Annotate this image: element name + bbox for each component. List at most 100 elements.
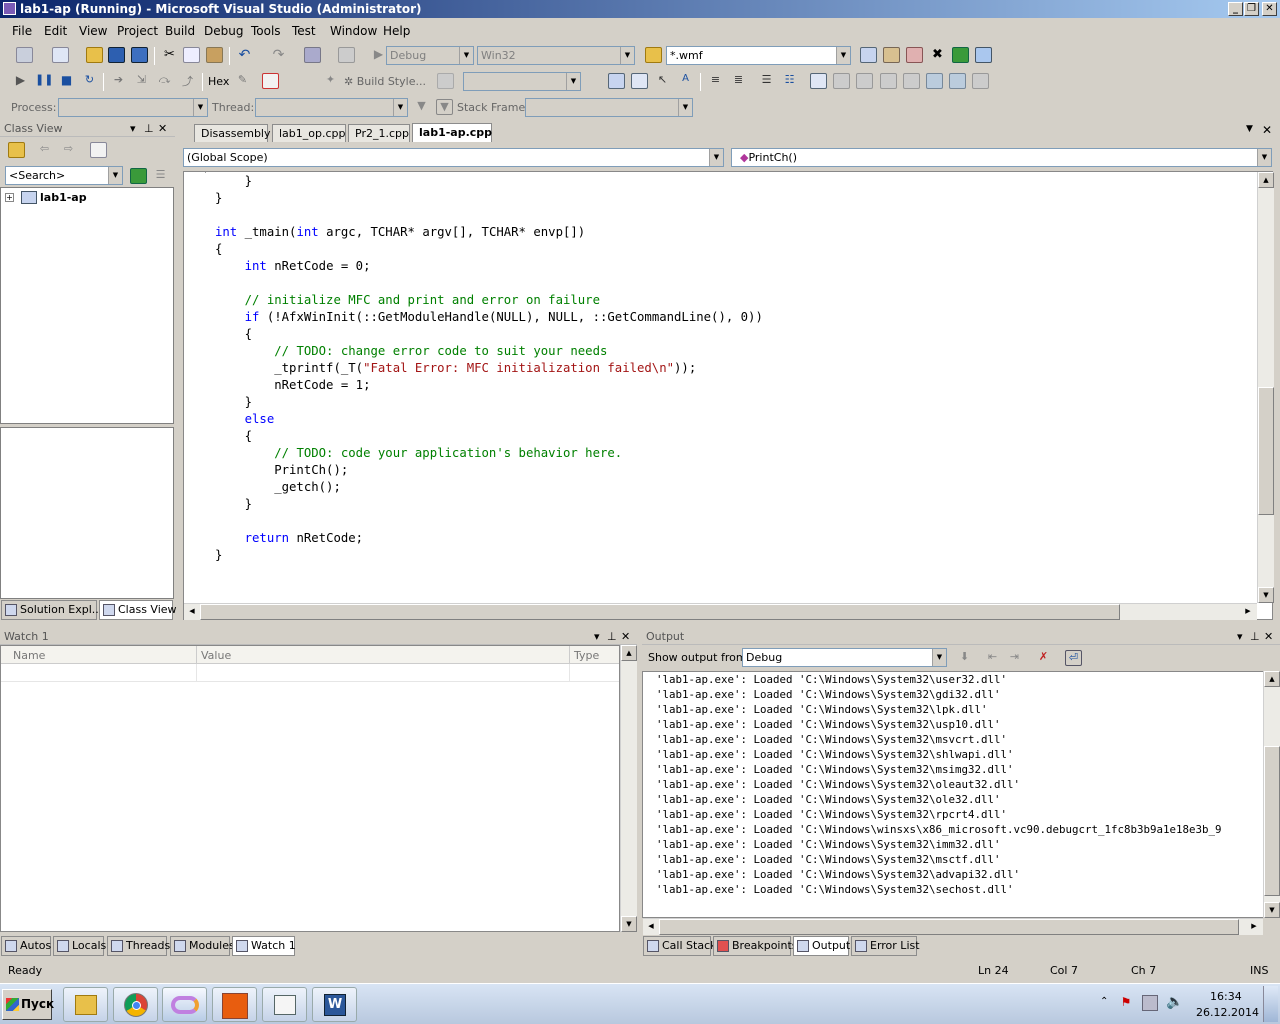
- close-pane-icon[interactable]: ✕: [158, 121, 167, 137]
- tab-watch-1[interactable]: Watch 1: [232, 936, 296, 956]
- redo-icon[interactable]: ↷: [270, 47, 287, 63]
- menu-window[interactable]: Window: [330, 24, 377, 38]
- tab-output[interactable]: Output: [793, 936, 850, 956]
- next-message-icon[interactable]: ⇥: [1006, 650, 1023, 666]
- window-position-icon[interactable]: ▾: [130, 121, 136, 137]
- pin-icon[interactable]: ⊥: [1250, 629, 1260, 645]
- cursor-icon[interactable]: ↖: [654, 73, 671, 89]
- output-vscroll[interactable]: ▲ ▼: [1263, 671, 1280, 918]
- tab-autos[interactable]: Autos: [1, 936, 51, 956]
- start-page-icon[interactable]: [952, 47, 969, 63]
- close-window-button[interactable]: ✕: [1262, 2, 1277, 16]
- style-combo[interactable]: ▼: [463, 72, 581, 91]
- scroll-up-icon[interactable]: ▲: [621, 645, 637, 661]
- open-folder-icon[interactable]: [86, 47, 103, 63]
- maximize-button[interactable]: ❐: [1244, 2, 1259, 16]
- back-icon[interactable]: ⇦: [36, 142, 53, 158]
- editor-hscroll[interactable]: ◀ ▶: [184, 603, 1257, 620]
- menu-edit[interactable]: Edit: [44, 24, 67, 38]
- minimize-button[interactable]: _: [1228, 2, 1243, 16]
- toolbox-icon[interactable]: ✖: [929, 47, 946, 63]
- window-position-icon[interactable]: ▾: [1237, 629, 1243, 645]
- console-app-taskbar-button[interactable]: [212, 987, 257, 1022]
- column-type[interactable]: Type: [574, 649, 599, 662]
- next-bookmark-doc-icon[interactable]: [949, 73, 966, 89]
- save-icon[interactable]: [108, 47, 125, 63]
- copy-icon[interactable]: [183, 47, 200, 63]
- find-combo[interactable]: *.wmf ▼: [666, 46, 851, 65]
- scroll-right-icon[interactable]: ▶: [1246, 919, 1262, 935]
- clear-search-icon[interactable]: ☰: [152, 168, 169, 184]
- menu-project[interactable]: Project: [117, 24, 158, 38]
- chrome-taskbar-button[interactable]: [113, 987, 158, 1022]
- navigate-forward-icon[interactable]: [338, 47, 355, 63]
- member-combo[interactable]: ◆PrintCh() ▼: [731, 148, 1272, 167]
- outdent-icon[interactable]: ≡: [707, 73, 724, 89]
- find-symbol-icon[interactable]: ✎: [234, 73, 251, 89]
- show-hidden-icons-icon[interactable]: ⌃: [1100, 996, 1108, 1007]
- flag-thread-icon[interactable]: ▼: [436, 99, 453, 115]
- start-debugging-icon[interactable]: ▶: [370, 47, 387, 63]
- scroll-left-icon[interactable]: ◀: [184, 604, 200, 620]
- tab-call-stack[interactable]: Call Stack: [643, 936, 716, 956]
- continue-icon[interactable]: ▶: [12, 73, 29, 89]
- forward-icon[interactable]: ⇨: [60, 142, 77, 158]
- comment-icon[interactable]: ☰: [758, 73, 775, 89]
- scroll-down-icon[interactable]: ▼: [621, 916, 637, 932]
- menu-view[interactable]: View: [79, 24, 107, 38]
- navigate-backward-icon[interactable]: [304, 47, 321, 63]
- tab-breakpoints[interactable]: Breakpoints: [713, 936, 798, 956]
- tab-disassembly[interactable]: Disassembly: [194, 124, 271, 142]
- menu-tools[interactable]: Tools: [251, 24, 281, 38]
- scroll-up-icon[interactable]: ▲: [1258, 172, 1274, 188]
- uncomment-icon[interactable]: ☷: [781, 73, 798, 89]
- window-position-icon[interactable]: ▾: [594, 629, 600, 645]
- find-message-icon[interactable]: ⬇: [956, 650, 973, 666]
- tab-class-view[interactable]: Class View: [99, 600, 177, 620]
- menu-test[interactable]: Test: [292, 24, 316, 38]
- network-icon[interactable]: [1142, 995, 1158, 1011]
- step-into-icon[interactable]: ⇲: [133, 73, 150, 89]
- show-desktop-button[interactable]: [1263, 986, 1278, 1022]
- scroll-thumb[interactable]: [1258, 387, 1274, 515]
- format-icon[interactable]: [437, 73, 454, 89]
- tab-solution-explorer[interactable]: Solution Expl...: [1, 600, 102, 620]
- solution-explorer-icon[interactable]: [860, 47, 877, 63]
- new-folder-icon[interactable]: [90, 142, 107, 158]
- add-item-icon[interactable]: [16, 47, 33, 63]
- clear-bookmarks-icon[interactable]: [972, 73, 989, 89]
- explorer-taskbar-button[interactable]: [63, 987, 108, 1022]
- tab-modules[interactable]: Modules: [170, 936, 235, 956]
- tab-threads[interactable]: Threads: [107, 936, 170, 956]
- prev-bookmark-folder-icon[interactable]: [880, 73, 897, 89]
- pin-icon[interactable]: ⊥: [144, 121, 154, 137]
- column-name[interactable]: Name: [13, 649, 45, 662]
- scroll-down-icon[interactable]: ▼: [1264, 902, 1280, 918]
- registers-icon[interactable]: [631, 73, 648, 89]
- output-hscroll[interactable]: ◀ ▶: [643, 918, 1263, 935]
- menu-file[interactable]: File: [12, 24, 32, 38]
- action-center-icon[interactable]: ⚑: [1118, 995, 1134, 1011]
- clock-time[interactable]: 16:34: [1210, 990, 1242, 1003]
- prev-message-icon[interactable]: ⇤: [984, 650, 1001, 666]
- break-all-icon[interactable]: ❚❚: [35, 73, 53, 89]
- visual-studio-taskbar-button[interactable]: [162, 987, 207, 1022]
- cut-icon[interactable]: ✂: [161, 47, 178, 63]
- filter-icon[interactable]: ▼: [413, 99, 430, 115]
- build-style-icon[interactable]: ✦: [322, 73, 339, 89]
- close-pane-icon[interactable]: ✕: [621, 629, 630, 645]
- class-search-combo[interactable]: <Search> ▼: [5, 166, 123, 185]
- find-in-files-icon[interactable]: [645, 47, 662, 63]
- volume-icon[interactable]: 🔈: [1166, 994, 1183, 1010]
- new-project-icon[interactable]: [52, 47, 69, 63]
- scroll-up-icon[interactable]: ▲: [1264, 671, 1280, 687]
- word-wrap-icon[interactable]: ⏎: [1065, 650, 1082, 666]
- object-browser-icon[interactable]: [906, 47, 923, 63]
- close-document-icon[interactable]: ✕: [1262, 123, 1272, 137]
- restart-icon[interactable]: ↻: [81, 73, 98, 89]
- thread-combo[interactable]: ▼: [255, 98, 408, 117]
- start-button[interactable]: Пуск: [2, 989, 54, 1020]
- process-combo[interactable]: ▼: [58, 98, 208, 117]
- build-style-button[interactable]: ✲ Build Style...: [344, 75, 426, 88]
- menu-debug[interactable]: Debug: [204, 24, 243, 38]
